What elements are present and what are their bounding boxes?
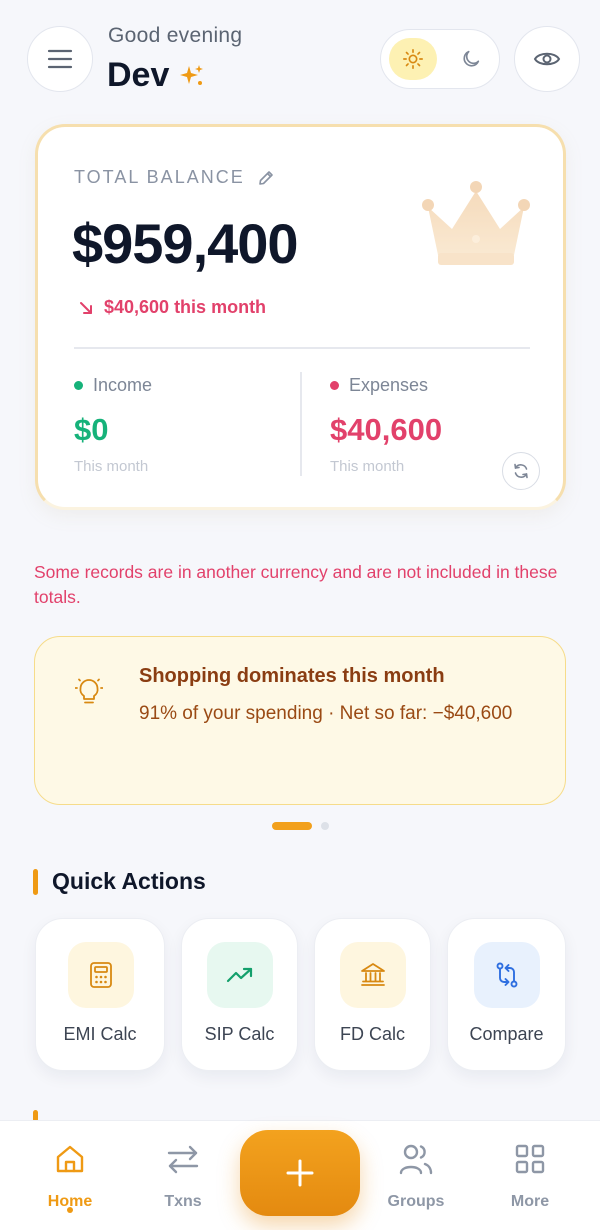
sun-icon [403,49,423,69]
income-value: $0 [74,412,109,447]
quick-action-label: Compare [469,1024,544,1044]
card-divider [74,347,530,349]
quick-action-icon-bg [340,942,406,1008]
expenses-period: This month [330,458,405,475]
quick-action-icon-bg [68,942,134,1008]
hide-balance-button[interactable] [514,26,580,92]
trending-up-icon [226,967,253,983]
calculator-icon [90,962,112,988]
income-dot [74,381,83,390]
currency-warning: Some records are in another currency and… [34,562,558,607]
bank-icon [361,963,385,986]
expenses-value: $40,600 [330,412,443,447]
theme-dark-option[interactable] [449,38,493,80]
header: Good evening Dev [0,0,600,110]
expenses-stat: Expenses $40,600 This month [330,375,442,475]
expenses-label: Expenses [349,375,429,395]
greeting-text: Good evening [108,24,243,47]
balance-change-text: $40,600 this month [104,297,267,317]
balance-change: $40,600 this month [78,297,266,318]
stat-divider [300,372,302,476]
nav-groups[interactable]: Groups [371,1141,461,1211]
theme-toggle[interactable] [380,29,500,89]
nav-label: More [510,1193,550,1210]
nav-txns[interactable]: Txns [138,1141,228,1211]
total-balance-label-text: TOTAL BALANCE [74,167,245,187]
total-balance-label: TOTAL BALANCE [74,167,275,188]
menu-button[interactable] [27,26,93,92]
theme-light-option[interactable] [389,38,437,80]
add-transaction-button[interactable] [240,1130,360,1216]
crown-icon [422,181,530,265]
quick-action-fd-calc[interactable]: FD Calc [314,918,431,1071]
insight-description: 91% of your spending · Net so far: −$40,… [139,703,513,724]
username-text: Dev [107,56,170,94]
arrow-down-right-icon [80,301,92,314]
nav-more[interactable]: More [485,1141,575,1211]
income-label: Income [93,375,153,395]
pencil-icon[interactable] [257,169,275,187]
swap-icon [167,1145,199,1174]
quick-action-icon-bg [474,942,540,1008]
grid-icon [515,1144,545,1174]
insight-title: Shopping dominates this month [139,665,445,687]
compare-arrows-icon [496,962,518,988]
quick-action-sip-calc[interactable]: SIP Calc [181,918,298,1071]
quick-action-label: FD Calc [339,1024,405,1044]
quick-action-compare[interactable]: Compare [447,918,566,1071]
expenses-dot [330,381,339,390]
quick-action-emi-calc[interactable]: EMI Calc [35,918,165,1071]
total-balance-amount: $959,400 [72,212,299,275]
quick-action-label: EMI Calc [63,1024,137,1044]
insight-card[interactable]: Shopping dominates this month 91% of you… [34,636,566,805]
home-icon [56,1145,84,1173]
quick-actions-title: Quick Actions [52,868,206,894]
nav-active-indicator [67,1207,73,1213]
refresh-button[interactable] [502,452,540,490]
nav-label: Groups [387,1193,445,1210]
nav-label: Txns [164,1193,202,1210]
quick-actions-heading: Quick Actions [33,868,206,895]
moon-icon [463,50,480,67]
plus-icon [286,1159,314,1187]
lightbulb-icon [75,678,103,704]
menu-icon [47,49,73,69]
users-icon [399,1144,433,1175]
pager-dot-active[interactable] [272,822,312,830]
quick-action-icon-bg [207,942,273,1008]
sparkle-icon [180,64,204,85]
nav-home[interactable]: Home [25,1141,115,1211]
username: Dev [107,56,205,95]
income-period: This month [74,458,149,475]
income-stat: Income $0 This month [74,375,152,475]
pager-dot[interactable] [321,822,329,830]
insight-pager [272,822,329,830]
total-balance-card: TOTAL BALANCE $959,400 $40,600 this mont… [35,124,566,510]
eye-icon [533,52,561,66]
quick-action-label: SIP Calc [204,1024,275,1044]
refresh-icon [514,463,528,479]
section-accent-bar [33,868,38,895]
